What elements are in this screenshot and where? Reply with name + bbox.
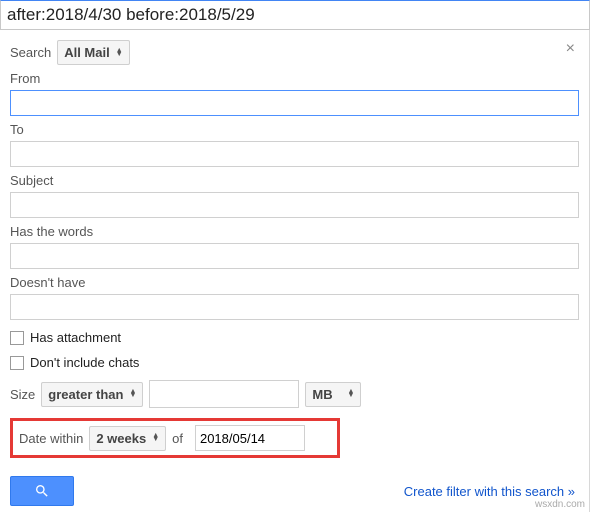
size-value-input[interactable] [149,380,299,408]
dont-include-chats-row[interactable]: Don't include chats [10,355,579,370]
chevron-updown-icon: ▲▼ [116,49,123,57]
subject-input[interactable] [10,192,579,218]
search-scope-row: Search All Mail ▲▼ [10,40,579,65]
size-unit-value: MB [312,387,332,402]
size-unit-select[interactable]: MB ▲▼ [305,382,361,407]
search-scope-select[interactable]: All Mail ▲▼ [57,40,129,65]
size-row: Size greater than ▲▼ MB ▲▼ [10,380,579,408]
has-attachment-row[interactable]: Has attachment [10,330,579,345]
to-input[interactable] [10,141,579,167]
doesnt-have-row: Doesn't have [10,275,579,320]
chevron-updown-icon: ▲▼ [347,390,354,398]
search-query-bar[interactable]: after:2018/4/30 before:2018/5/29 [0,0,590,30]
create-filter-link[interactable]: Create filter with this search » [404,484,575,499]
search-options-panel: × Search All Mail ▲▼ From To Subject Has… [0,30,590,512]
subject-row: Subject [10,173,579,218]
watermark-text: wsxdn.com [535,499,585,510]
date-of-label: of [172,431,183,446]
search-scope-value: All Mail [64,45,110,60]
chevron-updown-icon: ▲▼ [129,390,136,398]
has-words-input[interactable] [10,243,579,269]
size-op-value: greater than [48,387,123,402]
subject-label: Subject [10,173,579,188]
date-of-input[interactable] [195,425,305,451]
date-within-label: Date within [19,431,83,446]
from-row: From [10,71,579,116]
from-label: From [10,71,579,86]
size-label: Size [10,387,35,402]
search-button[interactable] [10,476,74,506]
doesnt-have-label: Doesn't have [10,275,579,290]
search-label: Search [10,45,51,60]
has-words-row: Has the words [10,224,579,269]
to-row: To [10,122,579,167]
search-icon [34,483,50,499]
dont-include-chats-checkbox[interactable] [10,356,24,370]
doesnt-have-input[interactable] [10,294,579,320]
date-range-value: 2 weeks [96,431,146,446]
has-words-label: Has the words [10,224,579,239]
size-op-select[interactable]: greater than ▲▼ [41,382,143,407]
from-input[interactable] [10,90,579,116]
date-range-select[interactable]: 2 weeks ▲▼ [89,426,166,451]
to-label: To [10,122,579,137]
has-attachment-label: Has attachment [30,330,121,345]
dont-include-chats-label: Don't include chats [30,355,139,370]
close-icon[interactable]: × [566,40,575,58]
footer-row: Create filter with this search » [10,476,579,506]
search-query-text: after:2018/4/30 before:2018/5/29 [7,5,255,24]
date-within-row: Date within 2 weeks ▲▼ of [10,418,340,458]
chevron-updown-icon: ▲▼ [152,434,159,442]
has-attachment-checkbox[interactable] [10,331,24,345]
